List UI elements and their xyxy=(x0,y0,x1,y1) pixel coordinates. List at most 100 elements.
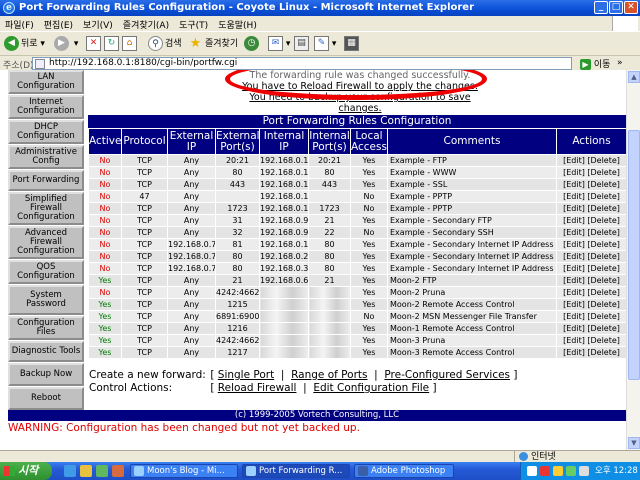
delete-link[interactable]: [Delete] xyxy=(587,312,620,321)
back-button[interactable]: ◀ 뒤로 ▾ xyxy=(4,35,45,53)
sidebar-item-system-password[interactable]: System Password xyxy=(8,285,84,315)
discuss-button[interactable]: ▦ xyxy=(344,35,359,53)
delete-link[interactable]: [Delete] xyxy=(587,336,620,345)
reload-firewall-action[interactable]: Reload Firewall xyxy=(218,382,297,394)
tray-icon[interactable] xyxy=(566,466,576,476)
tray-icon[interactable] xyxy=(553,466,563,476)
home-button[interactable]: ⌂ xyxy=(122,35,137,53)
sidebar-item-configuration-files[interactable]: Configuration Files xyxy=(8,316,84,340)
edit-link[interactable]: [Edit] xyxy=(563,276,585,285)
task-port-forwarding[interactable]: Port Forwarding R... xyxy=(242,464,350,478)
sidebar-item-dhcp[interactable]: DHCP Configuration xyxy=(8,120,84,144)
edit-link[interactable]: [Edit] xyxy=(563,348,585,357)
delete-link[interactable]: [Delete] xyxy=(587,300,620,309)
menu-file[interactable]: 파일(F) xyxy=(0,16,39,31)
cell-comment: Example - PPTP xyxy=(387,202,557,215)
edit-link[interactable]: [Edit] xyxy=(563,192,585,201)
delete-link[interactable]: [Delete] xyxy=(587,228,620,237)
sidebar-item-lan[interactable]: LAN Configuration xyxy=(8,70,84,94)
edit-link[interactable]: [Edit] xyxy=(563,228,585,237)
menu-tools[interactable]: 도구(T) xyxy=(174,16,213,31)
quicklaunch-ie-icon[interactable] xyxy=(64,465,76,477)
sidebar-item-simplified-firewall[interactable]: Simplified Firewall Configuration xyxy=(8,192,84,225)
sidebar-item-advanced-firewall[interactable]: Advanced Firewall Configuration xyxy=(8,226,84,259)
sidebar-item-administrative[interactable]: Administrative Config xyxy=(8,145,84,169)
delete-link[interactable]: [Delete] xyxy=(587,156,620,165)
cell-external-ip: 192.168.0.75 xyxy=(167,238,216,251)
history-button[interactable]: ◷ xyxy=(244,35,261,53)
delete-link[interactable]: [Delete] xyxy=(587,180,620,189)
edit-link[interactable]: [Edit] xyxy=(563,240,585,249)
photoshop-icon xyxy=(358,466,368,476)
delete-link[interactable]: [Delete] xyxy=(587,204,620,213)
delete-link[interactable]: [Delete] xyxy=(587,216,620,225)
edit-page-button[interactable]: ✎ ▾ xyxy=(314,35,336,53)
task-blog[interactable]: Moon's Blog - Mi... xyxy=(130,464,238,478)
cell-external-ports xyxy=(215,190,260,203)
delete-link[interactable]: [Delete] xyxy=(587,288,620,297)
cell-internal-ip: 192.168.0.10 xyxy=(259,190,309,203)
edit-link[interactable]: [Edit] xyxy=(563,204,585,213)
range-of-ports-link[interactable]: Range of Ports xyxy=(291,369,367,381)
search-button[interactable]: ⚲ 검색 xyxy=(148,35,182,53)
stop-button[interactable]: ✕ xyxy=(86,35,101,53)
tray-icon[interactable] xyxy=(527,466,537,476)
edit-link[interactable]: [Edit] xyxy=(563,300,585,309)
vertical-scrollbar[interactable]: ▲ ▼ xyxy=(626,70,640,450)
edit-link[interactable]: [Edit] xyxy=(563,288,585,297)
edit-link[interactable]: [Edit] xyxy=(563,180,585,189)
delete-link[interactable]: [Delete] xyxy=(587,348,620,357)
menu-view[interactable]: 보기(V) xyxy=(78,16,118,31)
maximize-button[interactable]: □ xyxy=(609,1,623,14)
edit-link[interactable]: [Edit] xyxy=(563,324,585,333)
address-input[interactable]: http://192.168.0.1:8180/cgi-bin/portfw.c… xyxy=(32,57,572,70)
favorites-button[interactable]: ★ 즐겨찾기 xyxy=(188,35,238,53)
sidebar-item-backup-now[interactable]: Backup Now xyxy=(8,363,84,386)
single-port-link[interactable]: Single Port xyxy=(218,369,274,381)
edit-link[interactable]: [Edit] xyxy=(563,264,585,273)
edit-link[interactable]: [Edit] xyxy=(563,252,585,261)
edit-link[interactable]: [Edit] xyxy=(563,312,585,321)
edit-link[interactable]: [Edit] xyxy=(563,216,585,225)
quicklaunch-desktop-icon[interactable] xyxy=(80,465,92,477)
tray-icon[interactable] xyxy=(579,466,589,476)
cell-protocol: TCP xyxy=(121,274,168,287)
task-photoshop[interactable]: Adobe Photoshop xyxy=(354,464,454,478)
quicklaunch-media-icon[interactable] xyxy=(96,465,108,477)
edit-link[interactable]: [Edit] xyxy=(563,156,585,165)
refresh-button[interactable]: ↻ xyxy=(104,35,119,53)
links-chevron[interactable]: » xyxy=(617,58,623,68)
edit-link[interactable]: [Edit] xyxy=(563,168,585,177)
menu-favorites[interactable]: 즐겨찾기(A) xyxy=(118,16,174,31)
sidebar-item-port-forwarding[interactable]: Port Forwarding xyxy=(8,170,84,191)
delete-link[interactable]: [Delete] xyxy=(587,192,620,201)
menu-edit[interactable]: 편집(E) xyxy=(39,16,78,31)
start-button[interactable]: 시작 xyxy=(0,462,52,480)
pre-configured-services-link[interactable]: Pre-Configured Services xyxy=(384,369,510,381)
delete-link[interactable]: [Delete] xyxy=(587,168,620,177)
quicklaunch-app-icon[interactable] xyxy=(112,465,124,477)
scroll-up-icon[interactable]: ▲ xyxy=(628,71,640,83)
delete-link[interactable]: [Delete] xyxy=(587,276,620,285)
delete-link[interactable]: [Delete] xyxy=(587,324,620,333)
scroll-down-icon[interactable]: ▼ xyxy=(628,437,640,449)
edit-link[interactable]: [Edit] xyxy=(563,336,585,345)
sidebar-item-internet[interactable]: Internet Configuration xyxy=(8,95,84,119)
print-button[interactable]: ▤ xyxy=(294,35,309,53)
edit-configuration-file-link[interactable]: Edit Configuration File xyxy=(313,382,429,394)
tray-icon[interactable] xyxy=(540,466,550,476)
sidebar-item-diagnostic-tools[interactable]: Diagnostic Tools xyxy=(8,341,84,362)
sidebar-item-reboot[interactable]: Reboot xyxy=(8,387,84,410)
delete-link[interactable]: [Delete] xyxy=(587,264,620,273)
delete-link[interactable]: [Delete] xyxy=(587,252,620,261)
forward-button[interactable]: ▶ ▾ xyxy=(54,35,78,53)
scroll-thumb[interactable] xyxy=(628,130,640,380)
close-button[interactable]: ✕ xyxy=(624,1,638,14)
menu-help[interactable]: 도움말(H) xyxy=(213,16,262,31)
delete-link[interactable]: [Delete] xyxy=(587,240,620,249)
minimize-button[interactable]: _ xyxy=(594,1,608,14)
go-button[interactable]: ▶ 이동 xyxy=(580,57,610,70)
cell-local-access: Yes xyxy=(350,346,388,359)
sidebar-item-qos[interactable]: QOS Configuration xyxy=(8,260,84,284)
mail-button[interactable]: ✉ ▾ xyxy=(268,35,290,53)
